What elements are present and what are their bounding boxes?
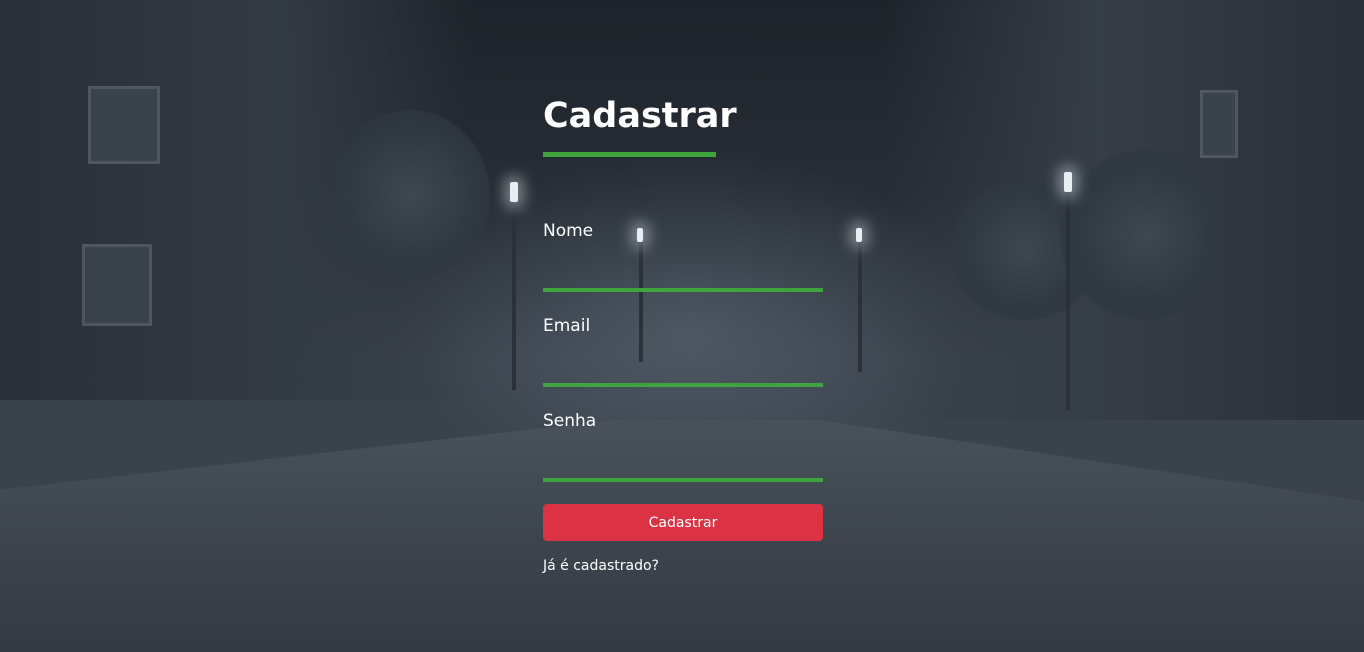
street-pole: [1066, 180, 1070, 410]
street-pole: [858, 232, 862, 372]
street-lamp: [1064, 172, 1072, 192]
login-link[interactable]: Já é cadastrado?: [543, 558, 659, 574]
tree: [330, 110, 490, 280]
field-nome: Nome: [543, 220, 823, 292]
field-email: Email: [543, 315, 823, 387]
signup-form: Cadastrar Nome Email Senha Cadastrar Já …: [543, 90, 823, 574]
building-window: [88, 86, 160, 164]
nome-input[interactable]: [543, 252, 823, 292]
street-lamp: [510, 182, 518, 202]
street-pole: [512, 190, 516, 390]
cadastrar-button[interactable]: Cadastrar: [543, 504, 823, 541]
building-window: [1200, 90, 1238, 158]
senha-label: Senha: [543, 411, 597, 431]
email-label: Email: [543, 316, 591, 336]
street-lamp: [856, 228, 862, 242]
senha-input[interactable]: [543, 442, 823, 482]
field-senha: Senha: [543, 410, 823, 482]
title-underline: [543, 152, 716, 157]
building-window: [82, 244, 152, 326]
page-title: Cadastrar: [543, 96, 737, 136]
nome-label: Nome: [543, 221, 594, 241]
email-input[interactable]: [543, 347, 823, 387]
tree: [1060, 150, 1230, 320]
